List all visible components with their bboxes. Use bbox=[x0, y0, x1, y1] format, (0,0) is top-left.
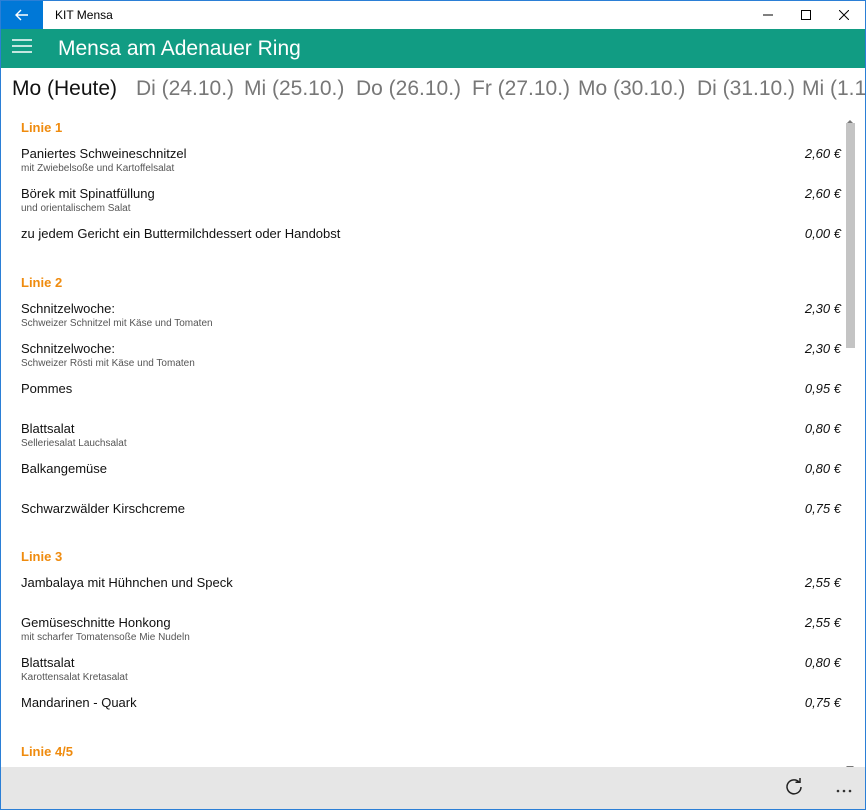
section-title: Linie 4/5 bbox=[21, 744, 74, 759]
hamburger-menu-button[interactable] bbox=[11, 38, 33, 58]
back-arrow-icon bbox=[15, 9, 29, 21]
dish-name: Pommes bbox=[21, 381, 73, 396]
dish-description: mit Zwiebelsoße und Kartoffelsalat bbox=[21, 163, 175, 174]
dish-price: 0,80 € bbox=[804, 421, 841, 436]
tab-day-0[interactable]: Mo (Heute) bbox=[12, 77, 117, 101]
maximize-icon bbox=[801, 10, 811, 20]
tab-day-5[interactable]: Mo (30.10.) bbox=[578, 77, 685, 101]
menu-list: Linie 1 Paniertes Schweineschnitzel mit … bbox=[1, 111, 849, 767]
section-title: Linie 3 bbox=[21, 549, 63, 564]
list-item[interactable]: Balkangemüse 0,80 € bbox=[21, 461, 841, 477]
dish-name: Mandarinen - Quark bbox=[21, 695, 137, 710]
close-icon bbox=[839, 10, 849, 20]
list-item[interactable]: Schnitzelwoche: Schweizer Rösti mit Käse… bbox=[21, 341, 841, 370]
dish-price: 0,00 € bbox=[804, 226, 841, 241]
dish-name: Schwarzwälder Kirschcreme bbox=[21, 501, 185, 516]
minimize-icon bbox=[763, 10, 773, 20]
dish-name: Jambalaya mit Hühnchen und Speck bbox=[21, 575, 233, 590]
list-item[interactable]: Mandarinen - Quark 0,75 € bbox=[21, 695, 841, 711]
hamburger-menu-icon bbox=[12, 38, 32, 58]
page-title: Mensa am Adenauer Ring bbox=[58, 37, 301, 60]
scroll-up-icon[interactable] bbox=[846, 112, 854, 124]
dish-name: Blattsalat bbox=[21, 421, 75, 436]
dish-description: Schweizer Rösti mit Käse und Tomaten bbox=[21, 358, 195, 369]
app-window: KIT Mensa Mensa am Adenauer Ring Mo (Heu… bbox=[0, 0, 866, 810]
window-title: KIT Mensa bbox=[55, 8, 113, 22]
more-icon bbox=[836, 780, 852, 798]
tab-day-1[interactable]: Di (24.10.) bbox=[136, 77, 234, 101]
dish-price: 2,60 € bbox=[804, 186, 841, 201]
refresh-icon bbox=[784, 777, 804, 802]
dish-name: Blattsalat bbox=[21, 655, 75, 670]
dish-price: 2,30 € bbox=[804, 341, 841, 356]
title-bar: KIT Mensa bbox=[1, 1, 865, 29]
tab-day-2[interactable]: Mi (25.10.) bbox=[244, 77, 344, 101]
tab-day-6[interactable]: Di (31.10.) bbox=[697, 77, 795, 101]
dish-description: Karottensalat Kretasalat bbox=[21, 672, 128, 683]
dish-name: Paniertes Schweineschnitzel bbox=[21, 146, 187, 161]
dish-price: 0,75 € bbox=[804, 695, 841, 710]
vertical-scrollbar[interactable] bbox=[845, 111, 855, 770]
bottom-app-bar bbox=[1, 767, 865, 809]
scrollbar-thumb[interactable] bbox=[846, 123, 855, 348]
section-title: Linie 1 bbox=[21, 120, 63, 135]
dish-description: Schweizer Schnitzel mit Käse und Tomaten bbox=[21, 318, 213, 329]
list-item[interactable]: Paniertes Schweineschnitzel mit Zwiebels… bbox=[21, 146, 841, 175]
back-button[interactable] bbox=[1, 1, 43, 29]
dish-name: Gemüseschnitte Honkong bbox=[21, 615, 171, 630]
list-item[interactable]: zu jedem Gericht ein Buttermilchdessert … bbox=[21, 226, 841, 242]
dish-price: 0,80 € bbox=[804, 655, 841, 670]
dish-name: Schnitzelwoche: bbox=[21, 301, 115, 316]
dish-name: zu jedem Gericht ein Buttermilchdessert … bbox=[21, 226, 341, 241]
section-title: Linie 2 bbox=[21, 275, 63, 290]
dish-description: Selleriesalat Lauchsalat bbox=[21, 438, 127, 449]
dish-price: 0,80 € bbox=[804, 461, 841, 476]
refresh-button[interactable] bbox=[779, 775, 809, 803]
tab-day-3[interactable]: Do (26.10.) bbox=[356, 77, 461, 101]
app-header: Mensa am Adenauer Ring bbox=[1, 29, 865, 68]
dish-name: Schnitzelwoche: bbox=[21, 341, 115, 356]
dish-price: 0,75 € bbox=[804, 501, 841, 516]
list-item[interactable]: Blattsalat Karottensalat Kretasalat 0,80… bbox=[21, 655, 841, 684]
dish-description: mit scharfer Tomatensoße Mie Nudeln bbox=[21, 632, 190, 643]
list-item[interactable]: Gemüseschnitte Honkong mit scharfer Toma… bbox=[21, 615, 841, 644]
dish-price: 2,55 € bbox=[804, 575, 841, 590]
dish-name: Börek mit Spinatfüllung bbox=[21, 186, 155, 201]
list-item[interactable]: Blattsalat Selleriesalat Lauchsalat 0,80… bbox=[21, 421, 841, 450]
scroll-down-icon[interactable] bbox=[846, 758, 854, 770]
tab-day-4[interactable]: Fr (27.10.) bbox=[472, 77, 570, 101]
list-item[interactable]: Jambalaya mit Hühnchen und Speck 2,55 € bbox=[21, 575, 841, 591]
dish-name: Balkangemüse bbox=[21, 461, 107, 476]
dish-price: 0,95 € bbox=[804, 381, 841, 396]
close-button[interactable] bbox=[821, 1, 865, 29]
dish-price: 2,60 € bbox=[804, 146, 841, 161]
dish-price: 2,30 € bbox=[804, 301, 841, 316]
more-options-button[interactable] bbox=[829, 775, 859, 803]
list-item[interactable]: Schwarzwälder Kirschcreme 0,75 € bbox=[21, 501, 841, 517]
day-pivot: Mo (Heute) Di (24.10.) Mi (25.10.) Do (2… bbox=[1, 73, 865, 109]
list-item[interactable]: Pommes 0,95 € bbox=[21, 381, 841, 397]
list-item[interactable]: Schnitzelwoche: Schweizer Schnitzel mit … bbox=[21, 301, 841, 330]
dish-price: 2,55 € bbox=[804, 615, 841, 630]
dish-description: und orientalischem Salat bbox=[21, 203, 131, 214]
tab-day-7[interactable]: Mi (1.11.) bbox=[802, 77, 865, 101]
list-item[interactable]: Börek mit Spinatfüllung und orientalisch… bbox=[21, 186, 841, 215]
